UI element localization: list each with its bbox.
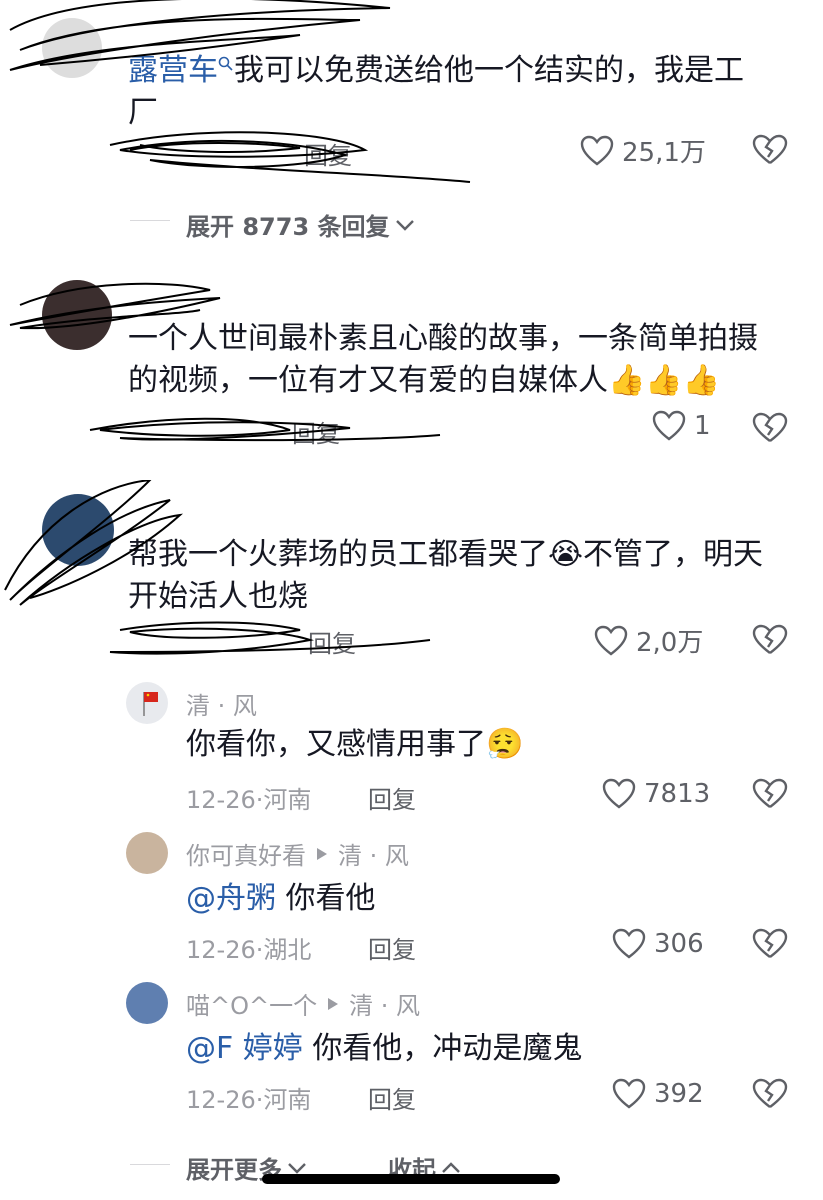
reply-date: 12-26 — [186, 786, 256, 814]
reply-text: @F 婷婷 你看他，冲动是魔鬼 — [186, 1028, 582, 1070]
reply-meta: 12-26·河南 — [186, 1086, 312, 1114]
reply-meta: 12-26·湖北 — [186, 936, 312, 964]
reply-date: 12-26 — [186, 936, 256, 964]
reply-header: 你可真好看 清 · 风 — [186, 836, 409, 871]
reply-location: 河南 — [263, 1086, 312, 1114]
broken-heart-icon[interactable] — [752, 134, 788, 166]
reply-username[interactable]: 你可真好看 — [186, 836, 306, 871]
like-count: 1 — [694, 411, 711, 441]
reply-button[interactable]: 回复 — [368, 1080, 416, 1115]
like-button[interactable]: 1 — [652, 410, 711, 442]
reply-body: 你看他 — [285, 881, 376, 916]
broken-heart-icon[interactable] — [752, 1078, 788, 1110]
expand-replies-button[interactable]: 展开 8773 条回复 — [186, 207, 416, 242]
broken-heart-icon[interactable] — [752, 412, 788, 444]
reply-target[interactable]: 清 · 风 — [349, 986, 420, 1021]
like-count: 306 — [654, 929, 704, 959]
broken-heart-icon[interactable] — [752, 778, 788, 810]
comment-2: 一个人世间最朴素且心酸的故事，一条简单拍摄的视频，一位有才又有爱的自媒体人👍👍👍… — [0, 270, 823, 470]
comment-3: 帮我一个火葬场的员工都看哭了😭不管了，明天开始活人也烧 回复 2,0万 — [0, 480, 823, 680]
like-button[interactable]: 25,1万 — [580, 132, 706, 169]
chevron-down-icon — [394, 218, 416, 232]
avatar[interactable] — [126, 982, 168, 1024]
reply-location: 河南 — [263, 786, 312, 814]
heart-icon — [652, 410, 686, 442]
reply-3: 喵^O^一个 清 · 风 @F 婷婷 你看他，冲动是魔鬼 12-26·河南 回复… — [0, 976, 823, 1126]
reply-arrow-icon — [316, 847, 328, 861]
divider — [130, 1164, 170, 1165]
heart-icon — [612, 928, 646, 960]
divider — [130, 220, 170, 221]
heart-icon — [580, 135, 614, 167]
reply-username[interactable]: 喵^O^一个 — [186, 986, 317, 1021]
reply-location: 湖北 — [263, 936, 312, 964]
reply-header: 喵^O^一个 清 · 风 — [186, 986, 420, 1021]
heart-icon — [612, 1078, 646, 1110]
chevron-up-icon — [440, 1161, 462, 1175]
like-button[interactable]: 306 — [612, 928, 704, 960]
reply-1: 清 · 风 你看你，又感情用事了😮‍💨 12-26·河南 回复 7813 — [0, 676, 823, 826]
mention-link[interactable]: @舟粥 — [186, 881, 276, 916]
avatar[interactable] — [126, 682, 168, 724]
reply-arrow-icon — [327, 997, 339, 1011]
like-count: 25,1万 — [622, 138, 706, 168]
reply-username[interactable]: 清 · 风 — [186, 686, 257, 721]
reply-target[interactable]: 清 · 风 — [338, 836, 409, 871]
like-count: 2,0万 — [636, 628, 704, 658]
reply-button[interactable]: 回复 — [368, 780, 416, 815]
broken-heart-icon[interactable] — [752, 624, 788, 656]
like-button[interactable]: 392 — [612, 1078, 704, 1110]
redaction-scribble — [9, 0, 471, 183]
reply-date: 12-26 — [186, 1086, 256, 1114]
redaction-scribble — [9, 282, 441, 442]
chevron-down-icon — [286, 1161, 308, 1175]
like-button[interactable]: 2,0万 — [594, 622, 703, 659]
reply-meta: 12-26·河南 — [186, 786, 312, 814]
reply-footer: 展开更多 收起 — [0, 1140, 823, 1200]
home-indicator[interactable] — [262, 1174, 560, 1184]
mention-link[interactable]: @F 婷婷 — [186, 1031, 303, 1066]
redaction-scribble — [4, 480, 431, 655]
like-button[interactable]: 7813 — [602, 778, 710, 810]
heart-icon — [602, 778, 636, 810]
heart-icon — [594, 625, 628, 657]
avatar[interactable] — [126, 832, 168, 874]
reply-button[interactable]: 回复 — [368, 930, 416, 965]
comment-1: 露营车 我可以免费送给他一个结实的，我是工厂 回复 25,1万 展开 8773 … — [0, 0, 823, 250]
reply-text: 你看你，又感情用事了😮‍💨 — [186, 727, 524, 762]
broken-heart-icon[interactable] — [752, 928, 788, 960]
reply-body: 你看他，冲动是魔鬼 — [312, 1031, 583, 1066]
reply-2: 你可真好看 清 · 风 @舟粥 你看他 12-26·湖北 回复 306 — [0, 826, 823, 976]
reply-text: @舟粥 你看他 — [186, 878, 376, 920]
like-count: 392 — [654, 1079, 704, 1109]
like-count: 7813 — [644, 779, 711, 809]
